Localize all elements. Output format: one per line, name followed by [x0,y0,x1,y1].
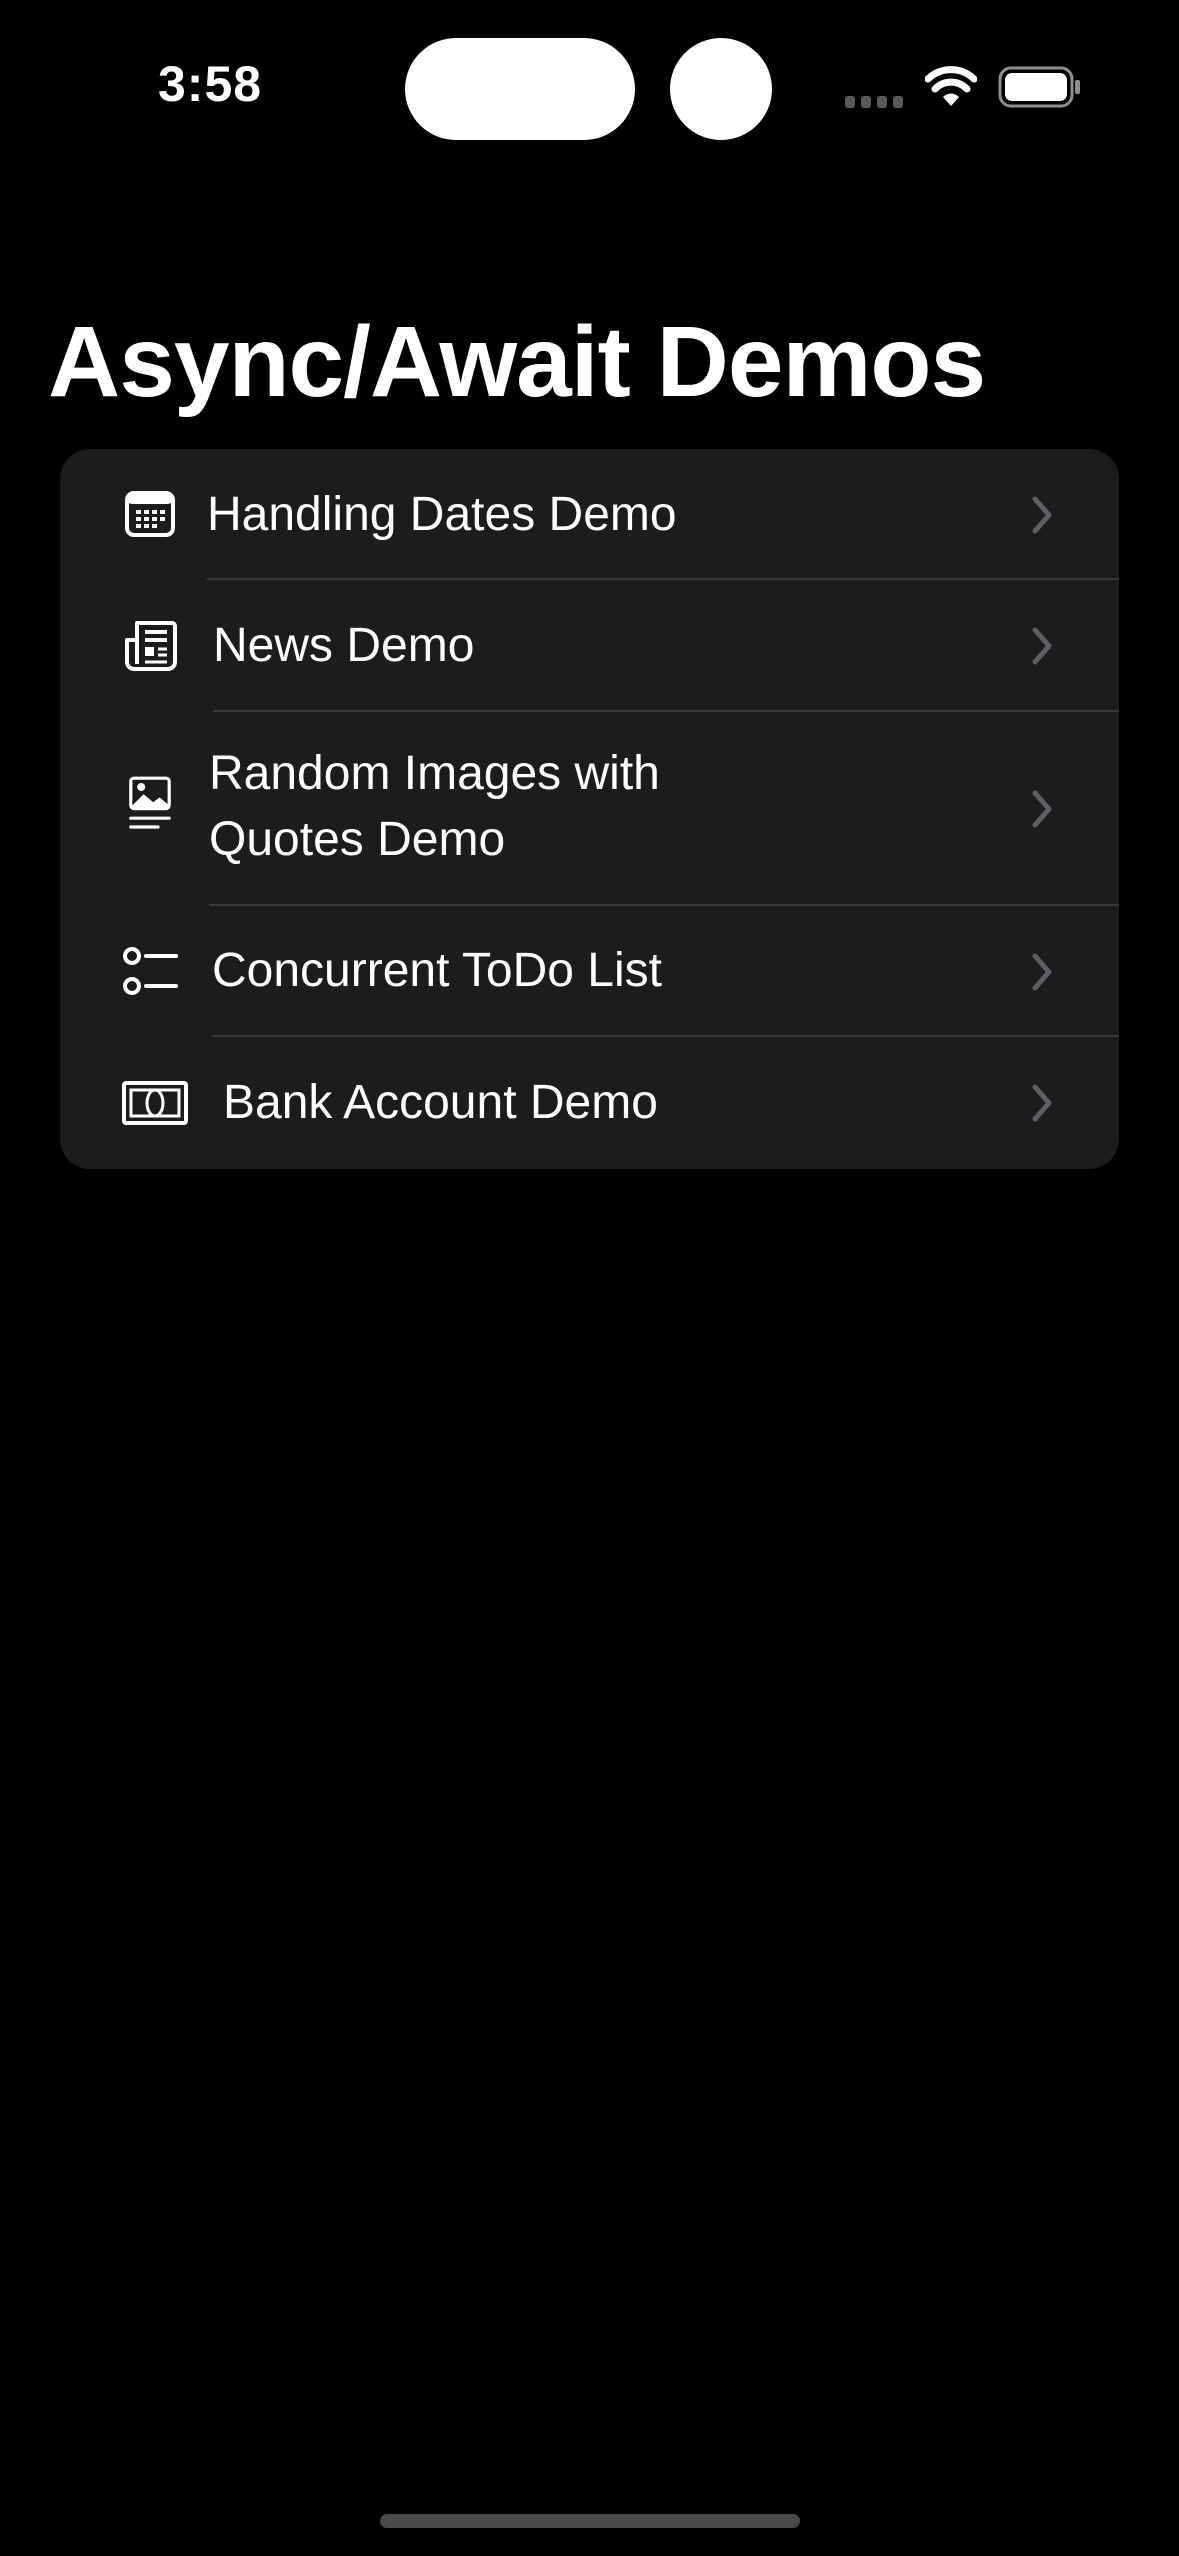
list-item-label: Handling Dates Demo [207,488,677,541]
list-item-news[interactable]: News Demo [60,580,1119,712]
list-item-label: Random Images with [209,747,660,800]
home-indicator[interactable] [380,2514,800,2528]
chevron-right-icon [1032,627,1052,665]
chevron-right-icon [1032,790,1052,828]
front-camera [670,38,772,140]
list-item-handling-dates[interactable]: Handling Dates Demo [60,449,1119,580]
checklist-icon [123,947,178,995]
list-item-bank-account[interactable]: Bank Account Demo [60,1037,1119,1169]
calendar-icon [125,491,175,537]
status-time: 3:58 [158,56,263,112]
dynamic-island [405,38,635,140]
battery-icon [998,66,1080,108]
list-item-random-images-quotes[interactable]: Random Images with Quotes Demo [60,712,1119,906]
list-item-label: Quotes Demo [209,813,506,866]
cellular-signal-icon [845,96,903,108]
chevron-right-icon [1032,953,1052,991]
wifi-icon [925,66,977,106]
list-item-label: Bank Account Demo [223,1076,658,1129]
list-item-concurrent-todo[interactable]: Concurrent ToDo List [60,906,1119,1037]
photo-text-icon [129,776,171,829]
page-title: Async/Await Demos [48,306,986,418]
demo-list: Handling Dates Demo News Demo Random Ima… [60,449,1119,1169]
chevron-right-icon [1032,496,1052,534]
chevron-right-icon [1032,1084,1052,1122]
list-item-label: Concurrent ToDo List [212,944,662,997]
newspaper-icon [125,621,177,671]
list-item-label: News Demo [213,619,475,672]
phone-screen: 3:58 Async/Await Demos Handling Dates De… [0,0,1179,2556]
banknote-icon [122,1081,188,1125]
